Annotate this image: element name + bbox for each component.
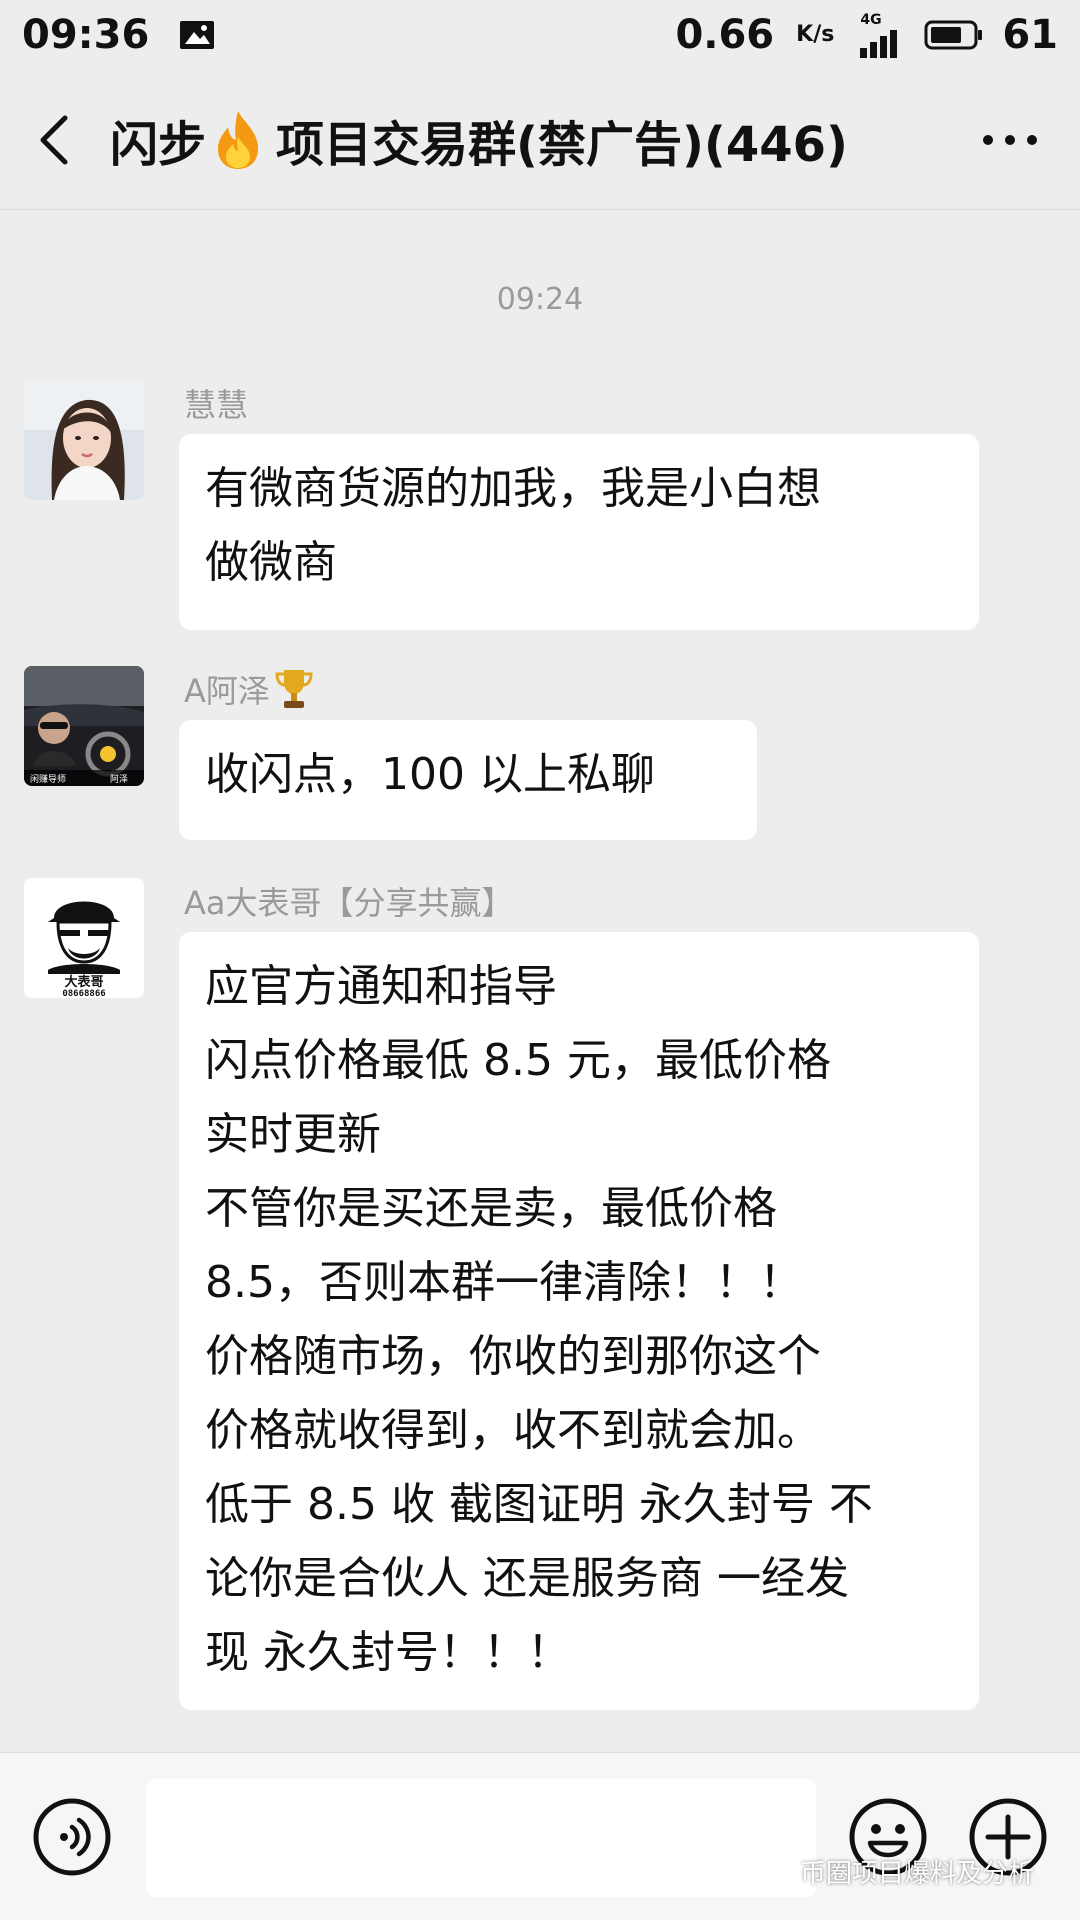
chat-title-prefix: 闪步 (110, 116, 207, 173)
avatar-title: 大表哥 (64, 974, 103, 990)
message-line: 收闪点，100 以上私聊 (205, 749, 655, 800)
message-bubble[interactable]: 应官方通知和指导 闪点价格最低 8.5 元，最低价格 实时更新 不管你是买还是卖… (179, 932, 979, 1710)
net-speed-unit: K/s (796, 22, 835, 47)
message-item: 慧慧 有微商货源的加我，我是小白想 做微商 (24, 380, 1034, 630)
chat-screen: 09:36 0.66 K/s 4G 61 闪步 项目交易群(禁广告)(446) … (0, 0, 1080, 1920)
more-button[interactable] (940, 70, 1080, 210)
chat-title: 闪步 项目交易群(禁广告)(446) (110, 105, 848, 175)
chat-title-main: 项目交易群(禁广告)(446) (276, 116, 848, 173)
wechat-logo-icon (752, 1856, 792, 1886)
avatar-caption-left: 闲赚导师 (30, 773, 66, 785)
title-bar: 闪步 项目交易群(禁广告)(446) (0, 70, 1080, 210)
sender-name: A阿泽 (184, 666, 314, 712)
more-dots-icon (983, 134, 1037, 145)
voice-icon (33, 1798, 111, 1876)
message-line: 论你是合伙人 还是服务商 一经发 (205, 1553, 849, 1604)
picture-notification-icon (180, 21, 215, 49)
message-line: 有微商货源的加我，我是小白想 (205, 463, 821, 514)
message-line: 不管你是买还是卖，最低价格 (205, 1183, 777, 1234)
chat-area[interactable]: 09:24 慧慧 有微商货源的加我，我是小白想 做微商 闲赚导师 阿泽 A阿泽 … (0, 210, 1080, 1752)
avatar-number: 08668866 (62, 989, 105, 998)
status-bar: 09:36 0.66 K/s 4G 61 (0, 0, 1080, 70)
avatar-photo: 闲赚导师 阿泽 (24, 666, 144, 786)
battery-icon (924, 20, 983, 50)
watermark-text: 币圈项目爆料及分析 (800, 1859, 1035, 1889)
fire-icon (218, 110, 259, 169)
chevron-left-icon (40, 115, 68, 164)
message-line: 做微商 (205, 537, 337, 588)
message-line: 现 永久封号！！！ (205, 1627, 571, 1678)
message-item: 大表哥 08668866 Aa大表哥【分享共赢】 应官方通知和指导 闪点价格最低… (24, 878, 1034, 1728)
message-bubble[interactable]: 收闪点，100 以上私聊 (179, 720, 757, 840)
watermark: 币圈项目爆料及分析 (752, 1853, 1034, 1890)
avatar-photo (24, 380, 144, 500)
status-time: 09:36 (22, 12, 150, 58)
sender-name: Aa大表哥【分享共赢】 (184, 884, 514, 922)
message-timestamp: 09:24 (496, 282, 584, 317)
message-item: 闲赚导师 阿泽 A阿泽 收闪点，100 以上私聊 (24, 666, 1034, 856)
avatar-caption-right: 阿泽 (110, 774, 128, 785)
message-bubble[interactable]: 有微商货源的加我，我是小白想 做微商 (179, 434, 979, 630)
signal-icon (860, 30, 898, 58)
message-line: 闪点价格最低 8.5 元，最低价格 (205, 1035, 831, 1086)
network-type: 4G (860, 12, 882, 28)
input-bar (0, 1752, 1080, 1920)
message-line: 价格随市场，你收的到那你这个 (205, 1331, 821, 1382)
voice-button[interactable] (32, 1797, 112, 1877)
net-speed: 0.66 (675, 12, 775, 58)
avatar[interactable] (24, 380, 144, 500)
sender-name-text: A阿泽 (184, 672, 270, 710)
avatar[interactable]: 大表哥 08668866 (24, 878, 144, 998)
avatar[interactable]: 闲赚导师 阿泽 (24, 666, 144, 786)
message-line: 低于 8.5 收 截图证明 永久封号 不 (205, 1479, 873, 1530)
battery-level: 61 (1002, 12, 1058, 58)
message-input[interactable] (146, 1779, 816, 1897)
message-line: 价格就收得到，收不到就会加。 (205, 1405, 821, 1456)
avatar-photo: 大表哥 08668866 (24, 878, 144, 998)
trophy-icon (275, 670, 313, 708)
message-line: 实时更新 (205, 1109, 381, 1160)
back-button[interactable] (0, 70, 110, 210)
sender-name: 慧慧 (184, 386, 249, 424)
message-line: 应官方通知和指导 (205, 961, 557, 1012)
message-line: 8.5，否则本群一律清除！！！ (205, 1257, 803, 1308)
